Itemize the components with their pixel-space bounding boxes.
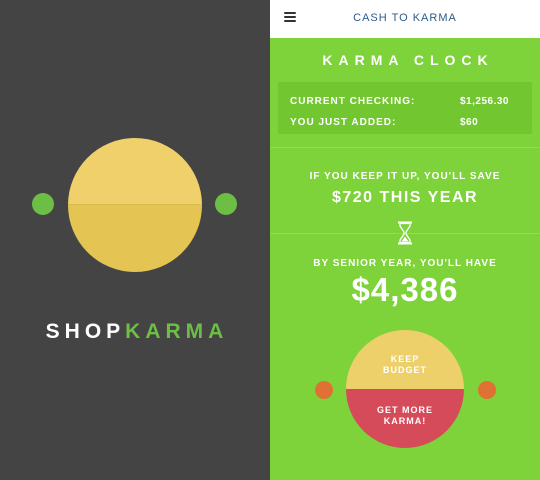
logo-disc-bottom-half xyxy=(68,205,202,272)
karma-clock-screen: CASH TO KARMA KARMA CLOCK CURRENT CHECKI… xyxy=(270,0,540,480)
splash-panel: SHOPKARMA xyxy=(0,0,270,480)
karma-clock-heading: KARMA CLOCK xyxy=(322,52,494,68)
logo-disc xyxy=(68,138,202,272)
decorative-right-dot xyxy=(478,381,496,399)
keep-budget-button[interactable]: KEEP BUDGET xyxy=(346,330,464,389)
logo-disc-top-half xyxy=(68,138,202,205)
savings-intro-text: IF YOU KEEP IT UP, YOU'LL SAVE xyxy=(309,171,501,182)
balance-summary-box: CURRENT CHECKING: $1,256.30 YOU JUST ADD… xyxy=(278,82,532,134)
current-checking-label: CURRENT CHECKING: xyxy=(290,96,416,107)
logo-disc-seam xyxy=(68,204,202,205)
just-added-value: $60 xyxy=(460,117,479,128)
logo-left-dot xyxy=(32,193,54,215)
logo-right-dot xyxy=(215,193,237,215)
just-added-label: YOU JUST ADDED: xyxy=(290,117,397,128)
section-divider xyxy=(270,147,540,148)
keep-budget-label: KEEP BUDGET xyxy=(346,354,464,376)
senior-year-text: BY SENIOR YEAR, YOU'LL HAVE xyxy=(313,258,497,269)
brand-word-shop: SHOP xyxy=(45,320,126,343)
brand-wordmark: SHOPKARMA xyxy=(0,320,270,344)
decorative-left-dot xyxy=(315,381,333,399)
action-disc: KEEP BUDGET GET MORE KARMA! xyxy=(346,330,464,448)
keep-budget-line1: KEEP xyxy=(390,354,420,364)
hourglass-icon xyxy=(398,221,412,245)
get-more-karma-line1: GET MORE xyxy=(376,405,433,415)
senior-year-total: $4,386 xyxy=(351,271,459,308)
current-checking-value: $1,256.30 xyxy=(460,96,509,107)
get-more-karma-label: GET MORE KARMA! xyxy=(346,405,464,427)
page-title: CASH TO KARMA xyxy=(353,12,457,24)
get-more-karma-button[interactable]: GET MORE KARMA! xyxy=(346,389,464,448)
brand-word-karma: KARMA xyxy=(125,320,229,343)
yearly-savings-value: $720 THIS YEAR xyxy=(331,189,479,206)
get-more-karma-line2: KARMA! xyxy=(383,416,427,426)
nav-bar: CASH TO KARMA xyxy=(270,0,540,38)
keep-budget-line2: BUDGET xyxy=(383,365,427,375)
